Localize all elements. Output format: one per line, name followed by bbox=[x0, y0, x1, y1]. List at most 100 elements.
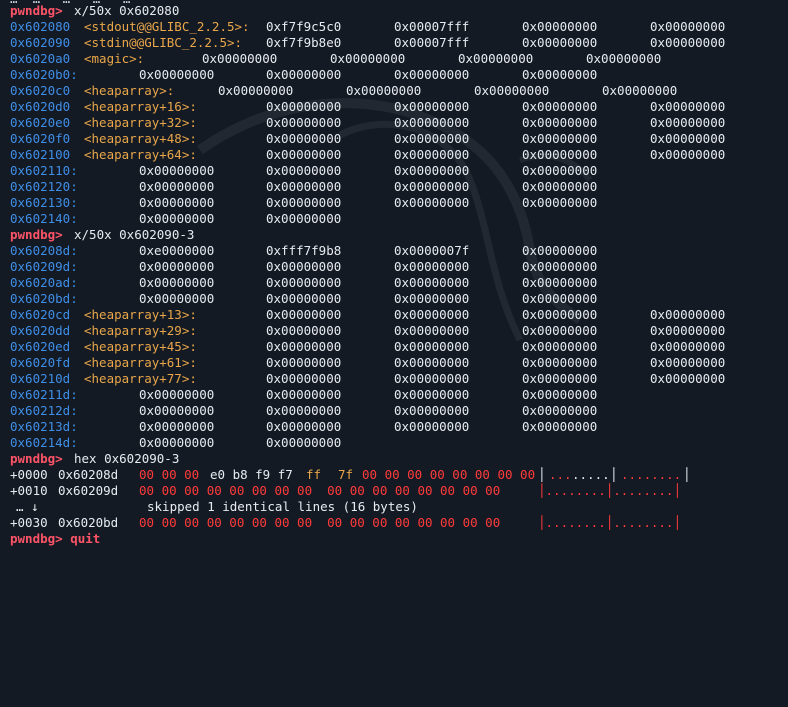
hex-bytes: ff bbox=[306, 467, 322, 482]
memory-value: 0x00000000 bbox=[522, 275, 598, 290]
hex-ascii: │ bbox=[610, 467, 618, 482]
memory-symbol: <heaparray+77>: bbox=[84, 371, 197, 386]
memory-row: 0x6020fd <heaparray+61>: 0x00000000 0x00000… bbox=[0, 355, 788, 371]
memory-row: 0x6020a0 <magic>: 0x00000000 0x00000000 0x00… bbox=[0, 51, 788, 67]
memory-value: 0xf7f9b8e0 bbox=[266, 35, 342, 50]
memory-value: 0x00000000 bbox=[266, 211, 342, 226]
memory-row: 0x6020b0: 0x00000000 0x00000000 0x00000000 0… bbox=[0, 67, 788, 83]
memory-value: 0x00000000 bbox=[522, 115, 598, 130]
hex-ascii: │........│........│ bbox=[538, 515, 681, 530]
memory-value: 0x00000000 bbox=[650, 131, 726, 146]
memory-value: 0x00000000 bbox=[394, 131, 470, 146]
memory-value: 0xe0000000 bbox=[139, 243, 215, 258]
memory-value: 0x00000000 bbox=[394, 403, 470, 418]
memory-value: 0x00000000 bbox=[394, 339, 470, 354]
hex-offset: +0030 bbox=[10, 515, 48, 530]
memory-row: 0x602100 <heaparray+64>: 0x00000000 0x00000… bbox=[0, 147, 788, 163]
memory-value: 0x00000000 bbox=[394, 259, 470, 274]
memory-value: 0x00000000 bbox=[650, 115, 726, 130]
memory-value: 0x00000000 bbox=[650, 339, 726, 354]
hex-ascii: │ bbox=[683, 467, 691, 482]
hexdump-row: +0030 0x6020bd 00 00 00 00 00 00 00 00 0… bbox=[0, 515, 788, 531]
memory-value: 0x00000000 bbox=[266, 147, 342, 162]
memory-address: 0x602120: bbox=[10, 179, 78, 194]
hexdump-row: +0010 0x60209d 00 00 00 00 00 00 00 00 0… bbox=[0, 483, 788, 499]
memory-row: 0x6020e0 <heaparray+32>: 0x00000000 0x00000… bbox=[0, 115, 788, 131]
memory-value: 0x00000000 bbox=[266, 387, 342, 402]
memory-value: 0x00000000 bbox=[266, 435, 342, 450]
memory-address: 0x602100 bbox=[10, 147, 71, 162]
memory-value: 0x00000000 bbox=[522, 179, 598, 194]
memory-value: 0x00000000 bbox=[139, 275, 215, 290]
memory-address: 0x602090 bbox=[10, 35, 71, 50]
hex-ascii: │ bbox=[538, 467, 546, 482]
memory-address: 0x6020bd: bbox=[10, 291, 78, 306]
memory-symbol: <heaparray+32>: bbox=[84, 115, 197, 130]
memory-value: 0x00000000 bbox=[266, 307, 342, 322]
memory-address: 0x60212d: bbox=[10, 403, 78, 418]
memory-value: 0x00000000 bbox=[522, 291, 598, 306]
memory-value: 0x00000000 bbox=[139, 211, 215, 226]
hex-bytes: 00 00 00 00 00 00 00 00 00 00 00 00 00 0… bbox=[139, 515, 501, 530]
memory-value: 0x00000000 bbox=[522, 355, 598, 370]
hex-address: 0x6020bd bbox=[58, 515, 119, 530]
memory-value: 0x00000000 bbox=[522, 131, 598, 146]
memory-value: 0xfff7f9b8 bbox=[266, 243, 342, 258]
memory-address: 0x6020d0 bbox=[10, 99, 71, 114]
memory-value: 0x00000000 bbox=[394, 323, 470, 338]
memory-value: 0x00000000 bbox=[394, 387, 470, 402]
memory-address: 0x602110: bbox=[10, 163, 78, 178]
memory-address: 0x6020dd bbox=[10, 323, 71, 338]
hex-ascii: │........│........│ bbox=[538, 483, 681, 498]
memory-value: 0x00007fff bbox=[394, 35, 470, 50]
memory-value: 0x00000000 bbox=[394, 67, 470, 82]
memory-value: 0x00000000 bbox=[330, 51, 406, 66]
memory-row: 0x6020f0 <heaparray+48>: 0x00000000 0x00000… bbox=[0, 131, 788, 147]
memory-symbol: <heaparray+48>: bbox=[84, 131, 197, 146]
hex-address: 0x60208d bbox=[58, 467, 119, 482]
memory-row: 0x60211d: 0x00000000 0x00000000 0x00000000 0… bbox=[0, 387, 788, 403]
memory-value: 0x00000000 bbox=[139, 259, 215, 274]
memory-value: 0x00000000 bbox=[522, 323, 598, 338]
memory-value: 0x00000000 bbox=[458, 51, 534, 66]
memory-value: 0x00000000 bbox=[139, 67, 215, 82]
memory-value: 0x0000007f bbox=[394, 243, 470, 258]
memory-address: 0x60214d: bbox=[10, 435, 78, 450]
memory-value: 0x00000000 bbox=[139, 163, 215, 178]
memory-value: 0x00000000 bbox=[394, 99, 470, 114]
prompt: pwndbg> bbox=[10, 3, 63, 18]
memory-address: 0x602140: bbox=[10, 211, 78, 226]
memory-value: 0x00000000 bbox=[522, 259, 598, 274]
memory-symbol: <heaparray+29>: bbox=[84, 323, 197, 338]
memory-value: 0x00000000 bbox=[266, 339, 342, 354]
cut-next-line: pwndbg> quit bbox=[10, 531, 101, 546]
command-text: x/50x 0x602090-3 bbox=[74, 227, 195, 242]
memory-value: 0x00000000 bbox=[266, 67, 342, 82]
hex-ascii: ..... bbox=[572, 467, 610, 482]
terminal-window[interactable]: … … … … … pwndbg> x/50x 0x602080 0x60208… bbox=[0, 0, 788, 546]
hex-bytes: 00 00 00 00 00 00 00 00 bbox=[362, 467, 536, 482]
memory-value: 0x00000000 bbox=[394, 179, 470, 194]
memory-value: 0x00000000 bbox=[266, 115, 342, 130]
skip-text: skipped 1 identical lines (16 bytes) bbox=[147, 499, 418, 514]
memory-value: 0x00000000 bbox=[650, 147, 726, 162]
hex-ascii: ........ bbox=[621, 467, 682, 482]
memory-symbol: <heaparray+13>: bbox=[84, 307, 197, 322]
memory-address: 0x6020b0: bbox=[10, 67, 78, 82]
memory-value: 0x00000000 bbox=[266, 323, 342, 338]
hex-bytes: e0 b8 f9 f7 bbox=[210, 467, 293, 482]
memory-row: 0x6020c0 <heaparray>: 0x00000000 0x00000000… bbox=[0, 83, 788, 99]
command-text: x/50x 0x602080 bbox=[74, 3, 180, 18]
memory-value: 0x00000000 bbox=[522, 403, 598, 418]
memory-row: 0x6020ed <heaparray+45>: 0x00000000 0x00000… bbox=[0, 339, 788, 355]
memory-address: 0x60213d: bbox=[10, 419, 78, 434]
memory-value: 0x00000000 bbox=[522, 99, 598, 114]
memory-value: 0x00000000 bbox=[266, 403, 342, 418]
hex-bytes: 7f bbox=[338, 467, 354, 482]
memory-row: 0x6020ad: 0x00000000 0x00000000 0x00000000 0… bbox=[0, 275, 788, 291]
memory-value: 0x00000000 bbox=[650, 371, 726, 386]
memory-value: 0x00000000 bbox=[394, 371, 470, 386]
memory-value: 0x00000000 bbox=[522, 147, 598, 162]
command-text: hex 0x602090-3 bbox=[74, 451, 180, 466]
memory-address: 0x6020ad: bbox=[10, 275, 78, 290]
